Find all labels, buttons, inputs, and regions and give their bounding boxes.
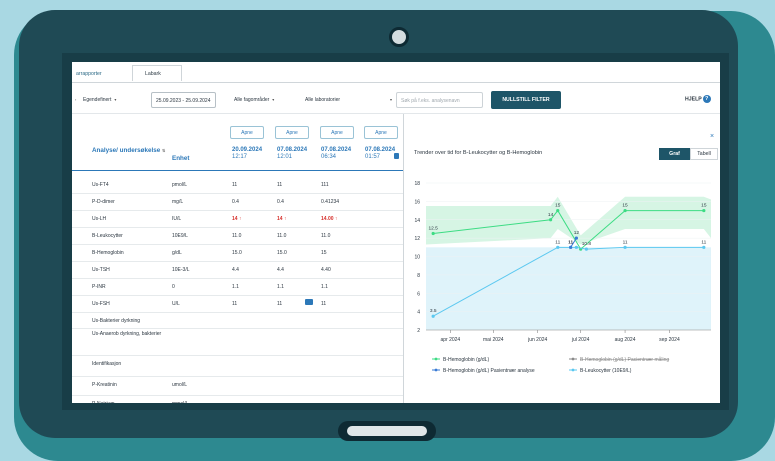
table-row[interactable]: Us-FSH U/L 11 11 11: [72, 295, 403, 313]
tab-bar: arrapporter Labark: [72, 62, 720, 83]
value-cell: 15.0: [277, 250, 287, 256]
value-cell: 11.0: [277, 233, 287, 239]
analyse-name: P-Kreatinin: [92, 382, 117, 388]
analyse-name: P-D-dimer: [92, 199, 115, 205]
unit-cell: 0: [172, 284, 175, 290]
calendar-icon[interactable]: [394, 153, 399, 159]
value-cell: 0.4: [232, 199, 239, 205]
value-cell: 1.1: [321, 284, 328, 290]
results-table: Apne Apne Apne Apne Analyse/ undersøkels…: [72, 114, 404, 403]
analyse-name: P-Natrium: [92, 401, 166, 403]
analyse-name: Us-Bakterier dyrkning: [92, 318, 141, 324]
table-row[interactable]: B-Hemoglobin g/dL 15.0 15.0 15: [72, 244, 403, 262]
value-cell: 15.0: [232, 250, 242, 256]
value-cell: 11: [277, 182, 283, 188]
table-row[interactable]: Identifikasjon: [72, 355, 403, 377]
analyse-name: Us-FSH: [92, 301, 110, 307]
chevron-down-icon: ▾: [390, 97, 393, 102]
reset-filter-button[interactable]: NULLSTILL FILTER: [491, 91, 561, 109]
value-cell: 111: [321, 182, 329, 188]
analyse-name: B-Hemoglobin: [92, 250, 124, 256]
value-cell: 11: [232, 301, 238, 307]
column-header: 07.08.2024 01:57: [365, 147, 396, 160]
chevron-down-icon: ▾: [114, 97, 117, 102]
value-cell: 4.4: [277, 267, 284, 273]
unit-cell: umol/L: [172, 382, 188, 388]
enhet-header: Enhet: [172, 155, 190, 162]
open-button[interactable]: Apne: [230, 126, 264, 139]
unit-cell: IU/L: [172, 216, 182, 222]
search-input[interactable]: Søk på f.eks. analysenavn: [396, 92, 483, 108]
period-select[interactable]: Egendefinert ▾: [83, 92, 116, 108]
tab-labark[interactable]: Labark: [132, 65, 182, 81]
table-row[interactable]: Us-FT4 pmol/L 11 11 111: [72, 176, 403, 194]
table-row[interactable]: P-D-dimer mg/L 0.4 0.4 0.41234: [72, 193, 403, 211]
unit-cell: mmol/L: [172, 401, 188, 403]
value-cell: 11.0: [232, 233, 242, 239]
table-row[interactable]: Us-TSH 10E-3/L 4.4 4.4 4.40: [72, 261, 403, 279]
unit-cell: 10E9/L: [172, 233, 188, 239]
value-cell: 11: [277, 301, 283, 307]
close-icon[interactable]: ×: [710, 133, 714, 140]
table-row[interactable]: B-Leukocytter 10E9/L 11.0 11.0 11.0: [72, 227, 403, 245]
table-row[interactable]: P-Natrium mmol/L: [72, 395, 403, 403]
table-row[interactable]: P-Kreatinin umol/L: [72, 376, 403, 396]
analyse-name: Us-FT4: [92, 182, 109, 188]
value-cell: 11.0: [321, 233, 331, 239]
value-cell: 0.4: [277, 199, 284, 205]
analyse-header[interactable]: Analyse/ undersøkelse ⇅: [92, 147, 165, 155]
analyse-name: Identifikasjon: [92, 361, 122, 367]
unit-cell: g/dL: [172, 250, 182, 256]
analyse-name: Us-TSH: [92, 267, 110, 273]
column-header: 07.08.2024 06:34: [321, 147, 352, 160]
analyse-name: P-INR: [92, 284, 106, 290]
column-header: 20.09.2024 12:17: [232, 147, 263, 160]
laboratorium-select[interactable]: Alle laboratorier ▾: [305, 92, 393, 108]
value-cell: 11: [321, 301, 327, 307]
chevron-down-icon: ▾: [272, 97, 275, 102]
period-left-marker: ‹: [75, 97, 77, 102]
app-screen: arrapporter Labark ‹ Egendefinert ▾ 25.09…: [72, 62, 720, 403]
help-button[interactable]: HJELP?: [685, 95, 711, 103]
value-cell: 1.1: [277, 284, 284, 290]
fagomrade-select[interactable]: Alle fagområder ▾: [234, 92, 274, 108]
camera-icon: [389, 27, 409, 47]
value-cell: 14 ↑: [277, 216, 287, 222]
value-cell: 15: [321, 250, 327, 256]
table-row[interactable]: Us-Bakterier dyrkning: [72, 312, 403, 329]
tab-rapporter[interactable]: arrapporter: [76, 66, 102, 82]
header-divider: [72, 170, 403, 171]
help-icon: ?: [702, 95, 711, 103]
analyse-name: Us-Anaerob dyrkning, bakterier: [92, 331, 162, 337]
chart-title: Trender over tid for B-Leukocytter og B-…: [414, 150, 543, 156]
value-cell: 11: [232, 182, 238, 188]
value-cell: 0.41234: [321, 199, 340, 205]
column-header: 07.08.2024 12:01: [277, 147, 308, 160]
unit-cell: pmol/L: [172, 182, 188, 188]
home-button[interactable]: [338, 421, 436, 441]
table-row[interactable]: P-INR 0 1.1 1.1 1.1: [72, 278, 403, 296]
open-button[interactable]: Apne: [320, 126, 354, 139]
analyse-name: B-Leukocytter: [92, 233, 123, 239]
table-row[interactable]: Us-LH IU/L 14 ↑ 14 ↑ 14.00 ↑: [72, 210, 403, 228]
value-cell: 4.4: [232, 267, 239, 273]
unit-cell: mg/L: [172, 199, 184, 205]
open-button[interactable]: Apne: [275, 126, 309, 139]
sort-icon: ⇅: [162, 148, 166, 153]
value-cell: 1.1: [232, 284, 239, 290]
value-cell: 4.40: [321, 267, 331, 273]
unit-cell: 10E-3/L: [172, 267, 190, 273]
toggle-tabell[interactable]: Tabell: [690, 148, 718, 160]
table-row[interactable]: Us-Anaerob dyrkning, bakterier: [72, 328, 403, 356]
date-range-field[interactable]: 25.09.2023 - 25.09.2024: [151, 92, 216, 108]
open-button[interactable]: Apne: [364, 126, 398, 139]
comment-icon[interactable]: [305, 299, 313, 305]
filter-bar: ‹ Egendefinert ▾ 25.09.2023 - 25.09.2024 …: [72, 83, 720, 114]
toggle-graf[interactable]: Graf: [659, 148, 690, 160]
unit-cell: U/L: [172, 301, 180, 307]
value-cell: 14.00 ↑: [321, 216, 338, 222]
value-cell: 14 ↑: [232, 216, 242, 222]
analyse-name: Us-LH: [92, 216, 107, 222]
